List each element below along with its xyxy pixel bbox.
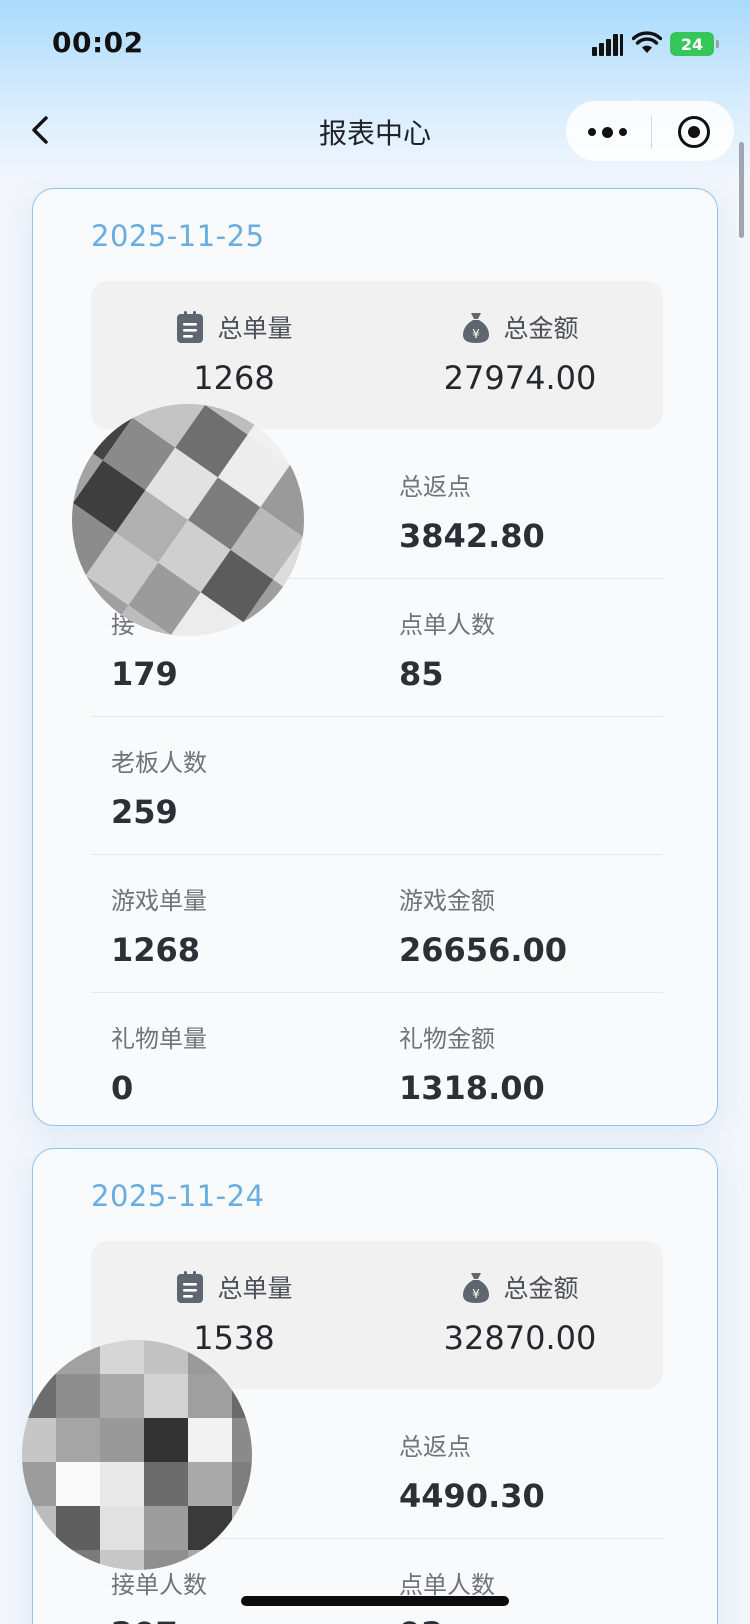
stat-cell: 接单人数 207 xyxy=(111,1565,207,1624)
stat-cell: 点单人数 85 xyxy=(399,605,495,693)
amount-value: 27974.00 xyxy=(443,359,597,397)
stat-value: 259 xyxy=(111,793,178,831)
stat-label: 总返点 xyxy=(399,473,471,501)
stat-value: 1318.00 xyxy=(399,1069,545,1107)
stats-row: 游戏单量 1268 游戏金额 26656.00 xyxy=(91,855,663,993)
svg-text:¥: ¥ xyxy=(473,327,481,341)
stat-value: 26656.00 xyxy=(399,931,568,969)
summary-amount: ¥ 总金额 32870.00 xyxy=(377,1269,663,1357)
amount-label: 总金额 xyxy=(503,314,579,343)
status-time: 00:02 xyxy=(52,26,144,59)
privacy-mosaic xyxy=(22,1340,252,1570)
summary-amount: ¥ 总金额 27974.00 xyxy=(377,309,663,397)
report-card: 2025-11-25 总单量 1268 ¥ 总金额 27974.00 总返点 3… xyxy=(32,188,718,1126)
stat-cell: 总返点 3842.80 xyxy=(399,467,545,555)
stat-label: 游戏金额 xyxy=(399,887,495,915)
stat-value: 207 xyxy=(111,1615,207,1624)
status-bar: 00:02 24 xyxy=(0,0,750,92)
orders-label: 总单量 xyxy=(217,314,293,343)
report-date: 2025-11-25 xyxy=(91,219,265,253)
battery-level: 24 xyxy=(680,34,704,54)
orders-value: 1268 xyxy=(193,359,275,397)
stat-label: 礼物单量 xyxy=(111,1025,207,1053)
stat-label: 老板人数 xyxy=(111,749,207,777)
amount-value: 32870.00 xyxy=(443,1319,597,1357)
money-bag-icon: ¥ xyxy=(463,313,490,343)
stat-cell: 总返点 4490.30 xyxy=(399,1427,545,1515)
target-circle-icon[interactable] xyxy=(678,116,710,148)
battery-icon: 24 xyxy=(670,32,719,56)
privacy-mosaic xyxy=(72,404,304,636)
more-dots-icon[interactable] xyxy=(588,120,632,144)
summary-orders: 总单量 1268 xyxy=(91,309,377,397)
stat-value: 85 xyxy=(399,655,444,693)
stat-value: 92 xyxy=(399,1615,495,1624)
clipboard-icon xyxy=(177,311,204,343)
money-bag-icon: ¥ xyxy=(463,1273,490,1303)
stats-row: 礼物单量 0 礼物金额 1318.00 xyxy=(91,993,663,1131)
stat-label: 接单人数 xyxy=(111,1571,207,1599)
clipboard-icon xyxy=(177,1271,204,1303)
stat-label: 礼物金额 xyxy=(399,1025,495,1053)
stat-value: 179 xyxy=(111,655,178,693)
report-date: 2025-11-24 xyxy=(91,1179,265,1213)
stat-label: 点单人数 xyxy=(399,1571,495,1599)
stat-label: 点单人数 xyxy=(399,611,495,639)
orders-label: 总单量 xyxy=(217,1274,293,1303)
scrollbar[interactable] xyxy=(739,142,744,238)
cellular-signal-icon xyxy=(592,34,624,56)
stat-value: 1268 xyxy=(111,931,201,969)
stat-value: 4490.30 xyxy=(399,1477,545,1515)
wifi-icon xyxy=(632,31,662,53)
amount-label: 总金额 xyxy=(503,1274,579,1303)
stats-row: 老板人数 259 xyxy=(91,717,663,855)
svg-text:¥: ¥ xyxy=(473,1287,481,1301)
stat-cell: 老板人数 259 xyxy=(111,743,207,831)
stat-cell: 游戏单量 1268 xyxy=(111,881,207,969)
stat-cell: 点单人数 92 xyxy=(399,1565,495,1624)
capsule-divider xyxy=(651,115,652,149)
stat-value: 0 xyxy=(111,1069,134,1107)
stat-cell: 游戏金额 26656.00 xyxy=(399,881,567,969)
mini-program-capsule xyxy=(565,100,735,162)
stat-value: 3842.80 xyxy=(399,517,545,555)
stat-cell: 礼物单量 0 xyxy=(111,1019,207,1107)
stat-label: 游戏单量 xyxy=(111,887,207,915)
home-indicator xyxy=(241,1596,509,1606)
stat-cell: 礼物金额 1318.00 xyxy=(399,1019,545,1107)
stat-label: 总返点 xyxy=(399,1433,471,1461)
